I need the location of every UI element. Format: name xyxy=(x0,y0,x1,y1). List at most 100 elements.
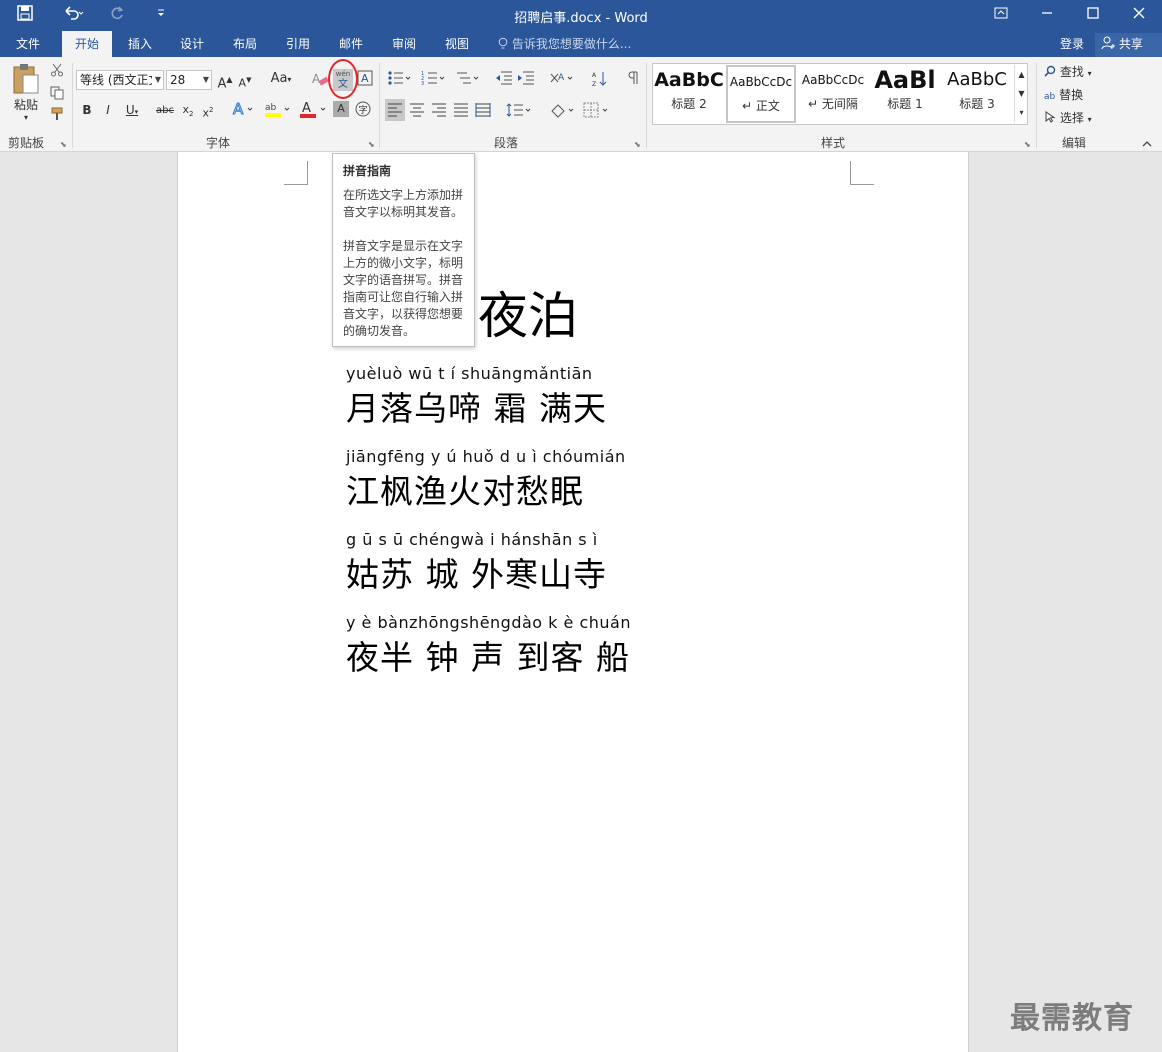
sort-icon[interactable]: AZ xyxy=(590,70,610,93)
strikethrough-icon[interactable]: abc xyxy=(154,102,176,120)
multilevel-list-icon[interactable] xyxy=(454,70,482,91)
style-no-spacing[interactable]: AaBbCcDc ↵ 无间隔 xyxy=(798,65,868,123)
tab-file[interactable]: 文件 xyxy=(4,31,52,57)
poem-pinyin-4: y è bànzhōngshēngdào k è chuán xyxy=(346,613,631,632)
ribbon-display-options-icon[interactable] xyxy=(978,0,1024,30)
text-effects-icon[interactable]: A xyxy=(230,100,256,123)
change-case-label: Aa xyxy=(270,71,288,86)
cursor-icon xyxy=(1044,111,1060,125)
distributed-icon[interactable] xyxy=(473,102,493,123)
copy-icon[interactable] xyxy=(48,86,66,105)
style-preview: AaBbC xyxy=(654,69,724,91)
select-button[interactable]: 选择 ▾ xyxy=(1044,109,1108,129)
tab-home[interactable]: 开始 xyxy=(62,31,112,57)
poem-pinyin-3: g ū s ū chéngwà i hánshān s ì xyxy=(346,530,598,549)
align-right-icon[interactable] xyxy=(429,102,449,123)
grow-font-icon[interactable]: A▲ xyxy=(216,71,234,93)
character-border-icon[interactable]: A xyxy=(356,70,374,91)
svg-text:ab: ab xyxy=(265,103,277,113)
svg-text:A: A xyxy=(233,100,244,118)
style-name: ↵ 无间隔 xyxy=(808,97,858,111)
subscript-icon[interactable]: x2 xyxy=(180,101,196,123)
tab-review[interactable]: 审阅 xyxy=(380,31,428,57)
svg-text:A: A xyxy=(592,72,597,79)
editing-group-label: 编辑 xyxy=(1061,136,1086,150)
style-name: ↵ 正文 xyxy=(742,99,780,113)
numbering-icon[interactable]: 123 xyxy=(420,70,448,91)
poem-title: 夜泊 xyxy=(478,287,578,345)
font-name-value: 等线 (西文正文) xyxy=(80,73,152,87)
replace-label: 替换 xyxy=(1059,88,1084,102)
style-preview: AaBbCcDc xyxy=(801,73,865,87)
minimize-icon[interactable] xyxy=(1024,0,1070,30)
share-button[interactable]: 共享 xyxy=(1095,33,1162,57)
justify-icon[interactable] xyxy=(451,102,471,123)
italic-icon[interactable]: I xyxy=(102,101,114,119)
find-button[interactable]: 查找 ▾ xyxy=(1044,63,1108,83)
font-launcher-icon[interactable]: ⬊ xyxy=(368,140,375,149)
increase-indent-icon[interactable] xyxy=(516,70,536,91)
tooltip-description: 在所选文字上方添加拼音文字以标明其发音。 xyxy=(343,188,464,219)
shading-icon[interactable] xyxy=(548,102,576,123)
style-heading-3[interactable]: AaBbC 标题 3 xyxy=(942,65,1012,123)
cut-icon[interactable] xyxy=(48,63,66,82)
highlight-color-icon[interactable]: ab xyxy=(262,100,292,123)
replace-button[interactable]: ab 替换 xyxy=(1044,86,1108,106)
close-icon[interactable] xyxy=(1116,0,1162,30)
paragraph-group-label: 段落 xyxy=(493,136,518,150)
clear-formatting-icon[interactable]: A xyxy=(310,70,330,93)
login-link[interactable]: 登录 xyxy=(1060,31,1084,57)
font-size-value: 28 xyxy=(170,73,186,87)
ribbon-home: 粘贴 ▾ 剪贴板 ⬊ 等线 (西文正文) ▼ 28 ▼ A▲ A▼ Aa▾ A … xyxy=(0,57,1162,152)
style-preview: AaBbC xyxy=(947,69,1007,90)
tab-layout[interactable]: 布局 xyxy=(221,31,269,57)
svg-text:Z: Z xyxy=(592,81,596,88)
share-label: 共享 xyxy=(1118,37,1143,51)
tab-view[interactable]: 视图 xyxy=(433,31,481,57)
superscript-icon[interactable]: x2 xyxy=(200,101,216,123)
tab-design[interactable]: 设计 xyxy=(168,31,216,57)
shrink-font-icon[interactable]: A▼ xyxy=(236,71,254,93)
chevron-down-icon: ▼ xyxy=(202,75,209,84)
format-painter-icon[interactable] xyxy=(48,107,66,126)
tab-mailings[interactable]: 邮件 xyxy=(327,31,375,57)
title-bar: 招聘启事.docx - Word xyxy=(0,0,1162,31)
maximize-icon[interactable] xyxy=(1070,0,1116,30)
paragraph-launcher-icon[interactable]: ⬊ xyxy=(634,140,641,149)
underline-icon[interactable]: U▾ xyxy=(122,101,142,121)
bold-icon[interactable]: B xyxy=(80,101,94,119)
paste-button[interactable]: 粘贴 ▾ xyxy=(8,63,44,129)
tab-references[interactable]: 引用 xyxy=(274,31,322,57)
align-center-icon[interactable] xyxy=(407,102,427,123)
svg-text:A: A xyxy=(312,72,321,86)
show-paragraph-marks-icon[interactable] xyxy=(622,70,642,91)
chevron-down-icon: ▼ xyxy=(154,75,161,84)
character-shading-icon[interactable]: A xyxy=(333,101,349,117)
tab-insert[interactable]: 插入 xyxy=(116,31,164,57)
font-name-select[interactable]: 等线 (西文正文) ▼ xyxy=(76,70,164,90)
clipboard-launcher-icon[interactable]: ⬊ xyxy=(60,140,67,149)
svg-text:3: 3 xyxy=(421,81,424,86)
borders-icon[interactable] xyxy=(582,102,610,123)
line-spacing-icon[interactable] xyxy=(505,102,533,123)
svg-text:字: 字 xyxy=(359,104,368,116)
style-heading-2[interactable]: AaBbC 标题 2 xyxy=(654,65,724,123)
find-label: 查找 xyxy=(1059,65,1084,79)
style-name: 标题 1 xyxy=(887,97,923,111)
style-normal[interactable]: AaBbCcDc ↵ 正文 xyxy=(726,65,796,123)
styles-scroll-buttons[interactable]: ▲ ▼ ▾ xyxy=(1014,65,1028,122)
styles-launcher-icon[interactable]: ⬊ xyxy=(1024,140,1031,149)
align-left-icon[interactable] xyxy=(385,99,405,121)
svg-text:A: A xyxy=(302,101,311,116)
change-case-button[interactable]: Aa▾ xyxy=(266,70,296,89)
tell-me-box[interactable]: 告诉我您想要做什么... xyxy=(498,31,631,57)
font-color-icon[interactable]: A xyxy=(298,100,328,123)
person-icon xyxy=(1101,36,1119,51)
enclose-characters-icon[interactable]: 字 xyxy=(354,101,372,122)
clipboard-group-label: 剪贴板 xyxy=(7,136,44,150)
bullets-icon[interactable] xyxy=(386,70,414,91)
decrease-indent-icon[interactable] xyxy=(494,70,514,91)
style-heading-1[interactable]: AaBl 标题 1 xyxy=(870,65,940,123)
chinese-layout-icon[interactable]: A xyxy=(548,70,576,91)
font-size-select[interactable]: 28 ▼ xyxy=(166,70,212,90)
